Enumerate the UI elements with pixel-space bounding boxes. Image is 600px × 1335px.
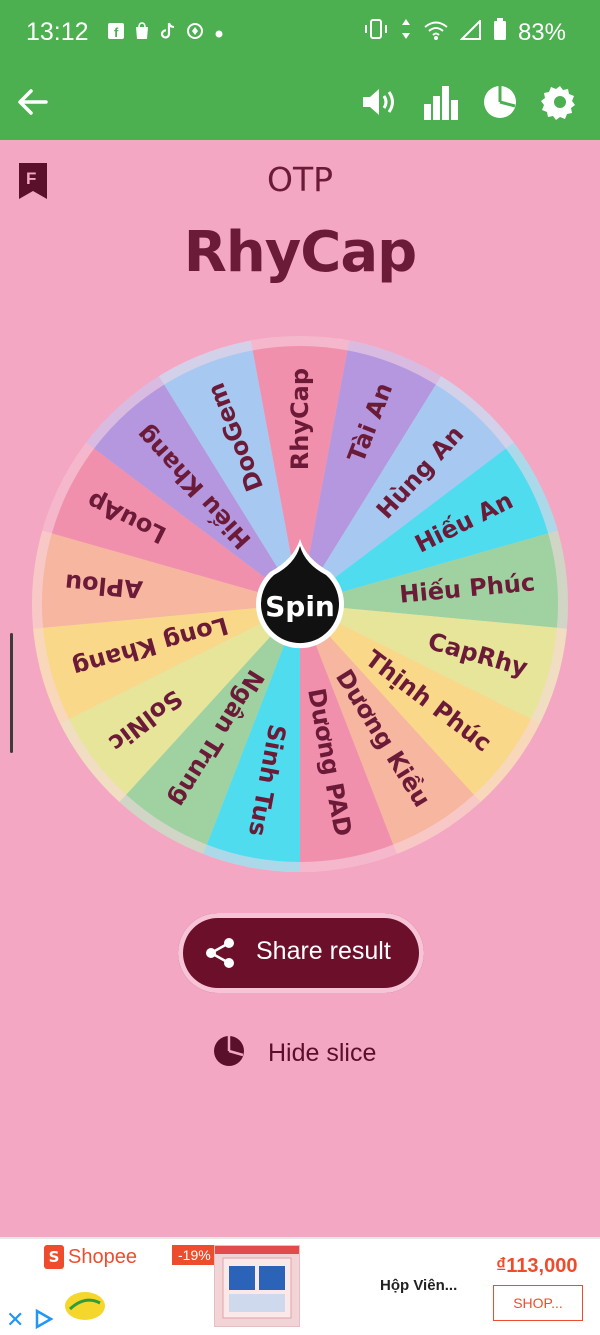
settings-icon: [541, 83, 579, 125]
ad-product-image[interactable]: [214, 1245, 300, 1327]
result-title: RhyCap: [183, 220, 417, 285]
app-toolbar: [0, 68, 600, 140]
wheel-slice-label: RhyCap: [286, 368, 314, 470]
status-bar: 13:12 f 83%: [0, 0, 600, 68]
pie-button[interactable]: [476, 80, 524, 128]
edge-handle[interactable]: [10, 633, 13, 753]
ad-shop-brand[interactable]: S Shopee: [44, 1245, 137, 1269]
app-icon: [186, 22, 204, 44]
sound-icon: [361, 85, 399, 123]
dot-icon: [214, 24, 224, 43]
pie-icon: [482, 84, 518, 124]
shopping-bag-icon: [134, 22, 150, 44]
vibrate-icon: [364, 18, 388, 47]
data-arrows-icon: [400, 18, 412, 47]
ad-shop-button[interactable]: SHOP...: [493, 1285, 583, 1321]
ad-discount-badge: -19%: [172, 1245, 217, 1265]
ad-price: ₫113,000: [496, 1255, 578, 1277]
stats-button[interactable]: [416, 80, 464, 128]
share-result-label: Share result: [256, 937, 391, 965]
tiktok-icon: [160, 22, 176, 44]
ad-choices-icon[interactable]: [34, 1308, 54, 1333]
ad-close-icon[interactable]: ✕: [6, 1307, 24, 1333]
notification-icons: f: [108, 22, 224, 44]
signal-icon: [459, 18, 482, 47]
spin-wheel[interactable]: RhyCap Tài An Hùng An Hiếu An Hiếu Phúc CapRh…: [30, 334, 570, 874]
status-time: 13:12: [26, 18, 89, 46]
hide-slice-button[interactable]: Hide slice: [212, 1035, 376, 1071]
hide-slice-label: Hide slice: [268, 1038, 377, 1067]
sunlight-logo: [64, 1291, 106, 1321]
sound-button[interactable]: [356, 80, 404, 128]
settings-button[interactable]: [536, 80, 584, 128]
facebook-icon: f: [108, 23, 124, 43]
share-icon: [204, 937, 236, 973]
share-result-button[interactable]: Share result: [178, 913, 424, 993]
wheel-caption: OTP: [266, 160, 334, 199]
spin-label: Spin: [265, 590, 335, 623]
wheel-graphic[interactable]: RhyCap Tài AnHùng AnHiếu AnHiếu PhúcCapRh…: [30, 334, 570, 874]
svg-text:f: f: [114, 25, 119, 39]
back-arrow-icon: [16, 88, 48, 120]
battery-icon: [493, 18, 506, 47]
shopee-bag-icon: S: [44, 1245, 64, 1269]
ad-shop-name: Shopee: [68, 1245, 137, 1268]
ad-banner[interactable]: S Shopee -19% Hộp Viên... ₫113,000 SHOP.…: [0, 1237, 600, 1335]
back-button[interactable]: [8, 80, 56, 128]
battery-percent: 83%: [517, 18, 566, 46]
ad-product-name: Hộp Viên...: [380, 1277, 458, 1294]
stats-icon: [422, 84, 458, 124]
wifi-icon: [424, 19, 448, 47]
pie-slice-icon: [212, 1034, 246, 1072]
system-status: 83%: [364, 18, 566, 47]
